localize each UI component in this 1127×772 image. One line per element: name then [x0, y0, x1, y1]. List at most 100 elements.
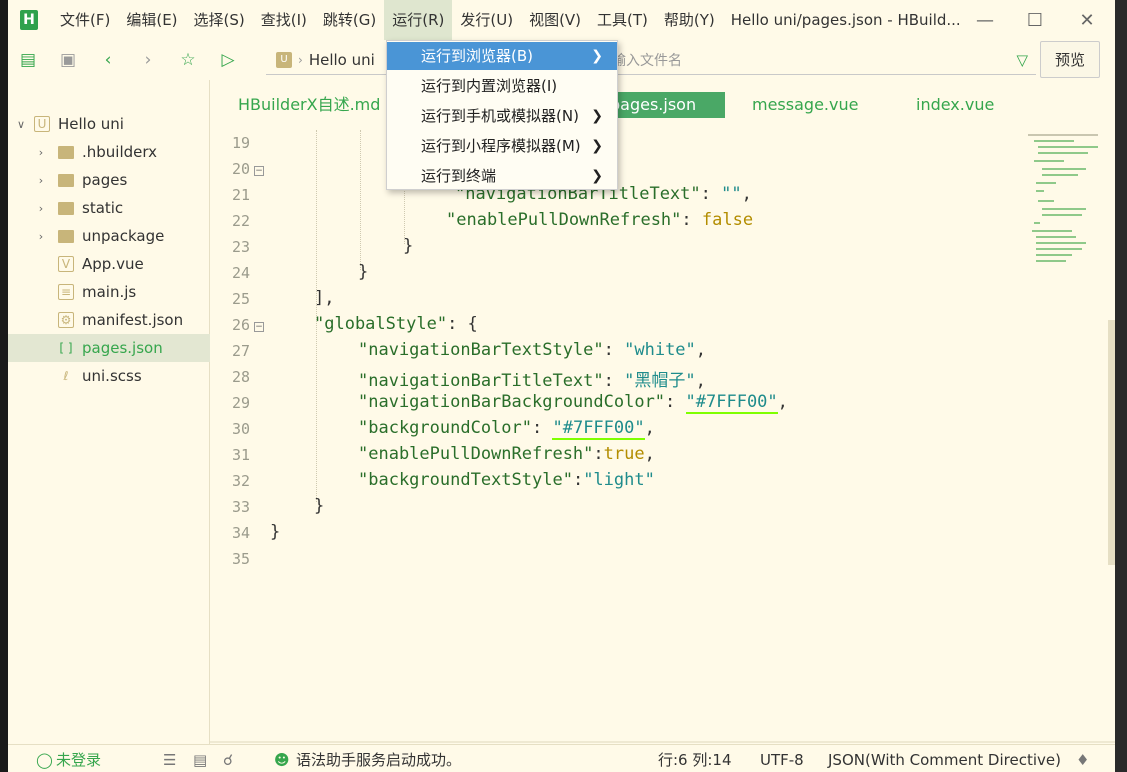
minimize-icon[interactable]: — — [960, 0, 1010, 40]
window-title: Hello uni/pages.json - HBuild... — [730, 11, 961, 29]
menu-find[interactable]: 查找(I) — [253, 0, 315, 40]
code-line-22: "enablePullDownRefresh": false — [446, 210, 754, 230]
close-icon[interactable]: ✕ — [1062, 0, 1112, 40]
code-line-33: } — [314, 496, 325, 516]
code-line-26: "globalStyle": { — [314, 314, 478, 334]
tree-project-root[interactable]: ∨ U Hello uni — [8, 110, 210, 138]
js-file-icon: ≡ — [58, 284, 74, 300]
cursor-position[interactable]: 行:6 列:14 — [658, 749, 732, 771]
chevron-right-icon: ❯ — [591, 108, 603, 124]
new-file-icon[interactable]: ▤ — [8, 40, 48, 80]
code-line-25: ], — [314, 288, 335, 308]
file-encoding[interactable]: UTF-8 — [760, 749, 804, 771]
chevron-right-icon: ❯ — [591, 138, 603, 154]
tree-item-pages[interactable]: › pages — [8, 166, 210, 194]
save-icon[interactable]: ▣ — [48, 40, 88, 80]
menu-run[interactable]: 运行(R) — [384, 0, 453, 40]
tree-item-static[interactable]: › static — [8, 194, 210, 222]
tree-label: pages — [82, 171, 128, 189]
code-line-29: "navigationBarBackgroundColor": "#7FFF00… — [358, 392, 788, 414]
tab-hbuilderx-readme[interactable]: HBuilderX自述.md — [226, 92, 392, 118]
project-icon: U — [276, 51, 292, 68]
code-line-31: "enablePullDownRefresh":true, — [358, 444, 655, 464]
run-menu-builtin-browser[interactable]: 运行到内置浏览器(I) — [387, 72, 617, 100]
code-line-34: } — [270, 522, 281, 542]
tree-item-main-js[interactable]: ≡ main.js — [8, 278, 210, 306]
menu-help[interactable]: 帮助(Y) — [656, 0, 723, 40]
login-status[interactable]: 未登录 — [56, 749, 101, 771]
run-icon[interactable]: ▷ — [208, 40, 248, 80]
chevron-right-icon: ❯ — [591, 168, 603, 184]
run-menu-terminal[interactable]: 运行到终端 ❯ — [387, 162, 617, 190]
menu-select[interactable]: 选择(S) — [186, 0, 253, 40]
run-menu-browser[interactable]: 运行到浏览器(B) ❯ — [387, 42, 617, 70]
line-number: 23 — [231, 238, 250, 256]
fold-toggle-icon[interactable]: − — [254, 322, 264, 332]
run-menu-phone-emulator[interactable]: 运行到手机或模拟器(N) ❯ — [387, 102, 617, 130]
line-number: 34 — [231, 524, 250, 542]
chevron-right-icon[interactable]: › — [34, 174, 48, 187]
project-sidebar: ∨ U Hello uni › .hbuilderx › pages › sta… — [8, 80, 210, 744]
fold-toggle-icon[interactable]: − — [254, 166, 264, 176]
line-number: 35 — [231, 550, 250, 568]
tree-item-manifest[interactable]: ⚙ manifest.json — [8, 306, 210, 334]
code-line-28: "navigationBarTitleText": "黑帽子", — [358, 371, 706, 391]
scss-file-icon: ℓ — [63, 369, 69, 383]
star-icon[interactable]: ☆ — [168, 40, 208, 80]
line-number: 26 — [231, 316, 250, 334]
tree-item-hbuilderx[interactable]: › .hbuilderx — [8, 138, 210, 166]
menu-bar: H 文件(F) 编辑(E) 选择(S) 查找(I) 跳转(G) 运行(R) 发行… — [8, 0, 1115, 40]
tree-item-pages-json[interactable]: [ ] pages.json — [8, 334, 210, 362]
desktop-right-edge — [1115, 0, 1127, 772]
tree-item-app-vue[interactable]: V App.vue — [8, 250, 210, 278]
address-bar[interactable]: U › Hello uni 输入文件名 ▽ — [266, 45, 1036, 75]
hbuilder-logo-icon: H — [20, 10, 38, 30]
line-number: 31 — [231, 446, 250, 464]
tab-index-vue[interactable]: index.vue — [904, 92, 1006, 118]
forward-icon[interactable]: › — [128, 40, 168, 80]
tab-message-vue[interactable]: message.vue — [740, 92, 870, 118]
chevron-right-icon[interactable]: › — [34, 230, 48, 243]
bell-icon[interactable]: ♦ — [1076, 749, 1089, 771]
status-bar: ◯ 未登录 ☰ ▤ ☌ ☻ 语法助手服务启动成功。 行:6 列:14 UTF-8… — [8, 744, 1115, 772]
code-line-24: } — [358, 262, 369, 282]
user-icon[interactable]: ◯ — [36, 749, 53, 771]
horizontal-scrollbar[interactable] — [210, 741, 1115, 743]
menu-goto[interactable]: 跳转(G) — [315, 0, 384, 40]
menu-publish[interactable]: 发行(U) — [452, 0, 521, 40]
chevron-right-icon[interactable]: › — [34, 202, 48, 215]
menu-file[interactable]: 文件(F) — [52, 0, 118, 40]
chevron-down-icon[interactable]: ∨ — [14, 118, 28, 131]
line-number: 33 — [231, 498, 250, 516]
tree-label: .hbuilderx — [82, 143, 158, 161]
list-icon[interactable]: ☰ — [163, 749, 176, 771]
line-number: 20 — [231, 160, 250, 178]
vertical-scrollbar[interactable] — [1108, 320, 1115, 565]
menu-view[interactable]: 视图(V) — [521, 0, 589, 40]
back-icon[interactable]: ‹ — [88, 40, 128, 80]
filter-icon[interactable]: ▽ — [1016, 51, 1028, 69]
terminal-icon[interactable]: ▤ — [193, 749, 207, 771]
file-language[interactable]: JSON(With Comment Directive) — [828, 749, 1061, 771]
tree-item-unpackage[interactable]: › unpackage — [8, 222, 210, 250]
menu-tools[interactable]: 工具(T) — [589, 0, 656, 40]
run-menu-miniprogram[interactable]: 运行到小程序模拟器(M) ❯ — [387, 132, 617, 160]
file-search-placeholder[interactable]: 输入文件名 — [612, 50, 682, 70]
code-editor[interactable]: 19 20 21 22 23 24 25 26 27 28 29 30 31 3… — [210, 130, 1025, 740]
chevron-right-icon[interactable]: › — [34, 146, 48, 159]
menu-edit[interactable]: 编辑(E) — [118, 0, 185, 40]
chevron-right-icon: › — [298, 52, 303, 67]
line-number: 22 — [231, 212, 250, 230]
ide-window: H 文件(F) 编辑(E) 选择(S) 查找(I) 跳转(G) 运行(R) 发行… — [8, 0, 1115, 772]
editor-tabs: HBuilderX自述.md pages.json message.vue in… — [210, 88, 1115, 120]
tree-label: pages.json — [82, 339, 163, 357]
tree-item-uni-scss[interactable]: ℓ uni.scss — [8, 362, 210, 390]
code-minimap[interactable] — [1024, 130, 1108, 330]
run-menu-browser-label: 运行到浏览器(B) — [421, 47, 533, 65]
run-menu-miniprogram-label: 运行到小程序模拟器(M) — [421, 137, 581, 155]
plugin-icon[interactable]: ☌ — [223, 749, 233, 771]
maximize-icon[interactable]: ☐ — [1010, 0, 1060, 40]
status-message: 语法助手服务启动成功。 — [296, 751, 462, 769]
line-number: 29 — [231, 394, 250, 412]
preview-button[interactable]: 预览 — [1040, 41, 1100, 78]
